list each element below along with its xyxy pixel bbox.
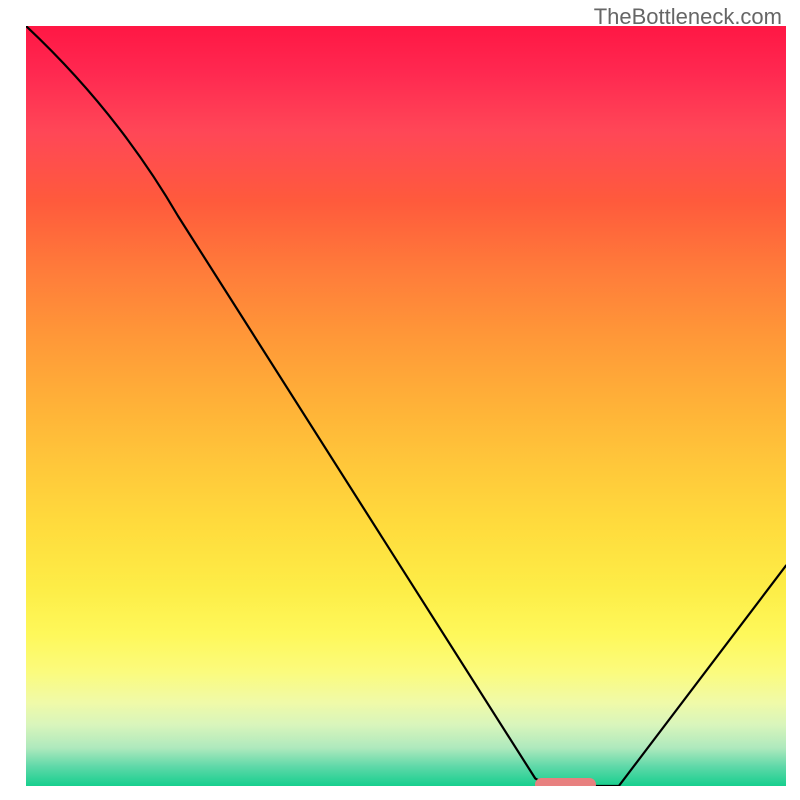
watermark-text: TheBottleneck.com: [594, 4, 782, 30]
chart-plot-area: [26, 26, 786, 786]
chart-curve: [26, 26, 786, 786]
bottleneck-curve-path: [26, 26, 786, 786]
optimal-range-marker: [535, 778, 596, 786]
